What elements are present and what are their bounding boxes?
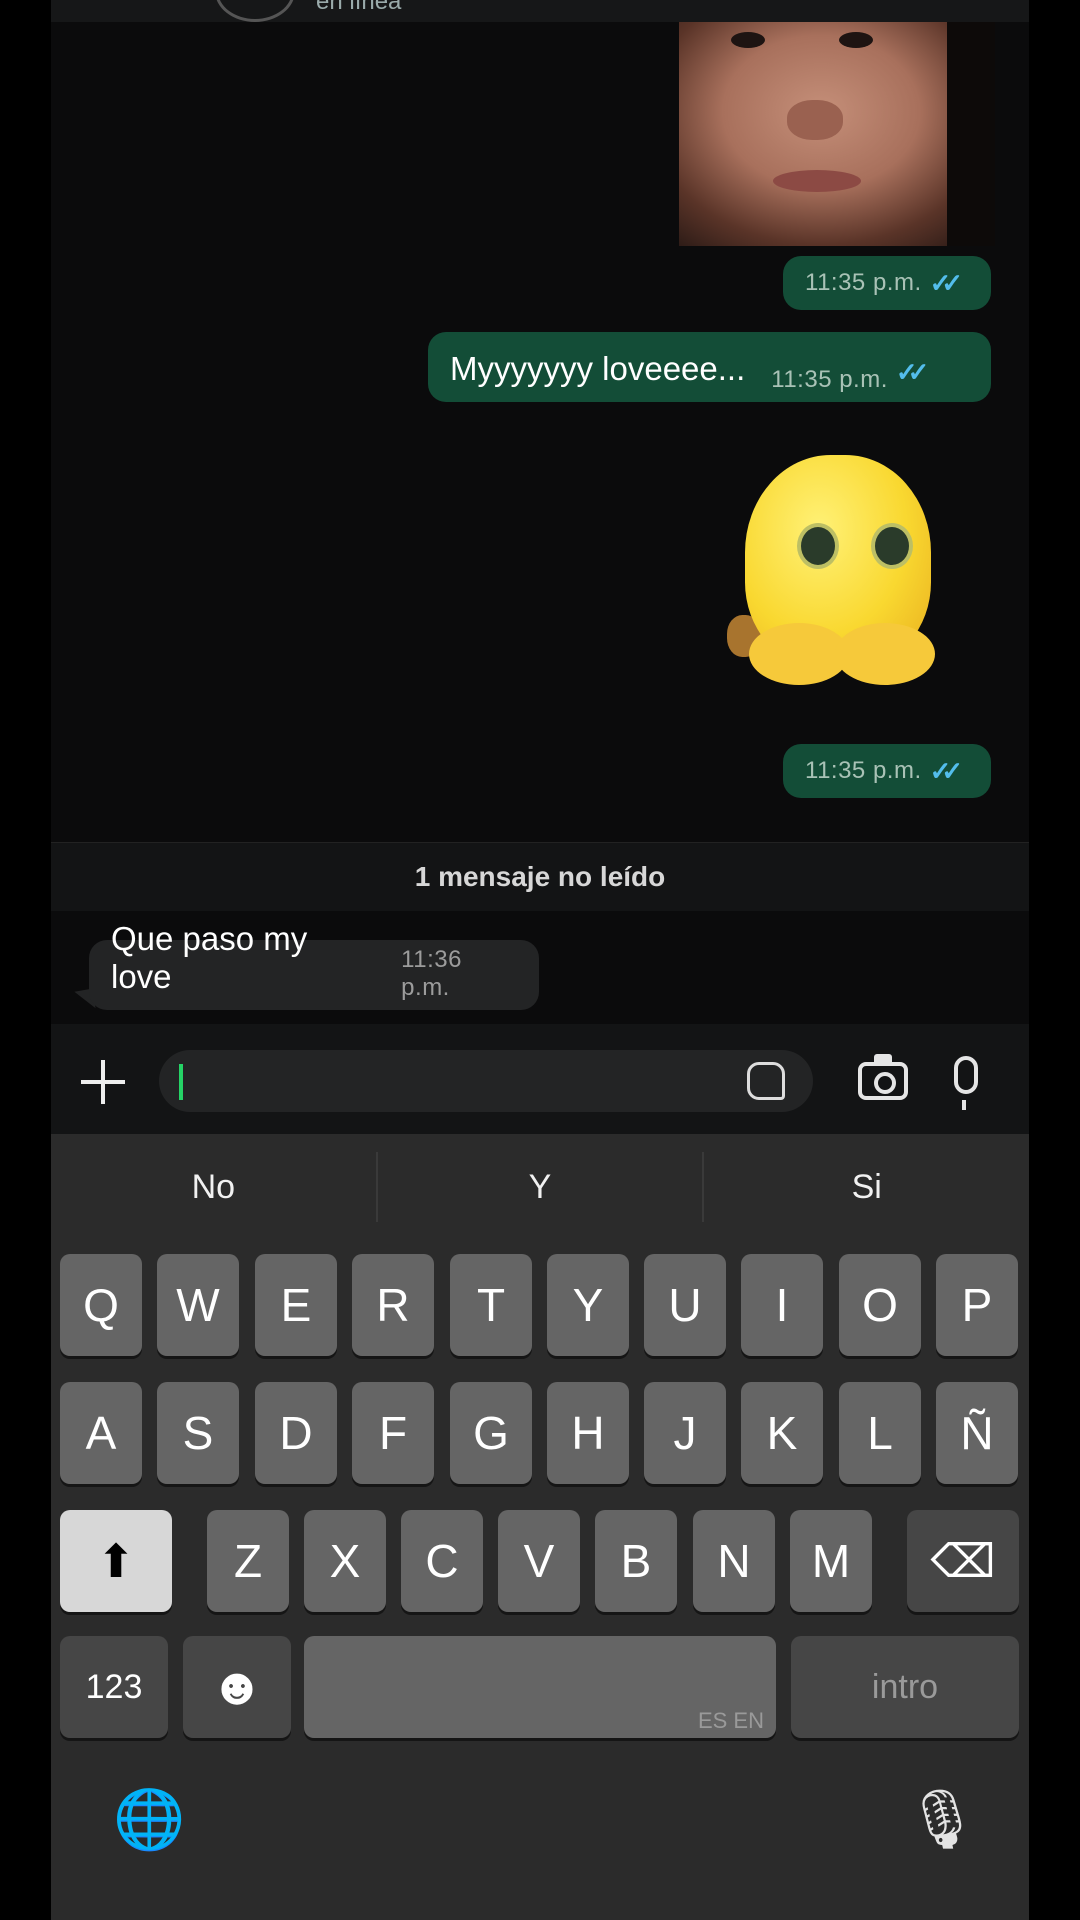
key-x[interactable]: X bbox=[304, 1510, 386, 1612]
message-time: 11:36 p.m. bbox=[401, 946, 462, 1001]
sticker-eye-left bbox=[797, 523, 839, 569]
key-l[interactable]: L bbox=[839, 1382, 921, 1484]
incoming-text-message[interactable]: Que paso my love 11:36 p.m. bbox=[89, 920, 539, 1010]
key-r[interactable]: R bbox=[352, 1254, 434, 1356]
key-z[interactable]: Z bbox=[207, 1510, 289, 1612]
key-y[interactable]: Y bbox=[547, 1254, 629, 1356]
numbers-key[interactable]: 123 bbox=[60, 1636, 168, 1738]
space-key[interactable]: ES EN bbox=[304, 1636, 776, 1738]
shift-icon: ⬆ bbox=[96, 1535, 136, 1587]
unread-banner-text: 1 mensaje no leído bbox=[414, 861, 666, 892]
key-b[interactable]: B bbox=[595, 1510, 677, 1612]
photo-nose bbox=[787, 100, 843, 140]
emoji-icon: ☻ bbox=[209, 1658, 265, 1716]
key-e[interactable]: E bbox=[255, 1254, 337, 1356]
key-s[interactable]: S bbox=[157, 1382, 239, 1484]
dictation-mic-icon[interactable]: 🎙 bbox=[905, 1786, 979, 1854]
globe-icon[interactable]: 🌐 bbox=[113, 1786, 185, 1854]
read-ticks-icon: ✓✓ bbox=[929, 755, 963, 786]
sticker-eye-right bbox=[871, 523, 913, 569]
key-m[interactable]: M bbox=[790, 1510, 872, 1612]
photo-mouth bbox=[773, 170, 861, 192]
space-language-label: ES EN bbox=[697, 1708, 764, 1733]
suggestion-3[interactable]: Si bbox=[704, 1152, 1029, 1222]
key-o[interactable]: O bbox=[839, 1254, 921, 1356]
read-ticks-icon: ✓✓ bbox=[929, 267, 963, 298]
key-d[interactable]: D bbox=[255, 1382, 337, 1484]
message-composer bbox=[51, 1024, 1029, 1134]
key-q[interactable]: Q bbox=[60, 1254, 142, 1356]
sticker-icon[interactable] bbox=[747, 1062, 785, 1100]
key-p[interactable]: P bbox=[936, 1254, 1018, 1356]
intro-key[interactable]: intro bbox=[791, 1636, 1019, 1738]
sticker-arm-right bbox=[835, 623, 935, 685]
voice-message-mic-icon[interactable] bbox=[954, 1056, 978, 1110]
emoji-key[interactable]: ☻ bbox=[183, 1636, 291, 1738]
chat-screen: en línea 11:35 p.m. ✓✓ Myyyyyyy loveeee.… bbox=[51, 0, 1029, 1920]
key-f[interactable]: F bbox=[352, 1382, 434, 1484]
contact-avatar[interactable] bbox=[215, 0, 295, 22]
key-a[interactable]: A bbox=[60, 1382, 142, 1484]
sticker-timestamp-bubble: 11:35 p.m. ✓✓ bbox=[783, 744, 991, 798]
contact-status: en línea bbox=[316, 0, 402, 15]
photo-eye-right bbox=[839, 32, 873, 48]
key-enye[interactable]: Ñ bbox=[936, 1382, 1018, 1484]
keyboard: No Y Si Q W E R T Y U I O P A S D F G H … bbox=[51, 1134, 1029, 1920]
suggestion-bar: No Y Si bbox=[51, 1152, 1029, 1222]
key-v[interactable]: V bbox=[498, 1510, 580, 1612]
message-time: 11:35 p.m. bbox=[805, 757, 922, 784]
photo-eye-left bbox=[731, 32, 765, 48]
text-caret bbox=[179, 1064, 183, 1100]
delete-key[interactable]: ⌫ bbox=[907, 1510, 1019, 1612]
photo-hair bbox=[947, 22, 995, 246]
suggestion-1[interactable]: No bbox=[51, 1152, 378, 1222]
key-g[interactable]: G bbox=[450, 1382, 532, 1484]
message-time: 11:35 p.m. bbox=[805, 269, 922, 296]
backspace-icon: ⌫ bbox=[930, 1535, 996, 1587]
unread-banner: 1 mensaje no leído bbox=[51, 842, 1029, 911]
message-time: 11:35 p.m. bbox=[771, 366, 888, 393]
key-w[interactable]: W bbox=[157, 1254, 239, 1356]
key-c[interactable]: C bbox=[401, 1510, 483, 1612]
read-ticks-icon: ✓✓ bbox=[895, 357, 929, 387]
sticker-arm-left bbox=[749, 623, 849, 685]
key-t[interactable]: T bbox=[450, 1254, 532, 1356]
key-n[interactable]: N bbox=[693, 1510, 775, 1612]
chat-header[interactable]: en línea bbox=[51, 0, 1029, 22]
key-j[interactable]: J bbox=[644, 1382, 726, 1484]
key-k[interactable]: K bbox=[741, 1382, 823, 1484]
outgoing-text-message[interactable]: Myyyyyyy loveeee... 11:35 p.m. ✓✓ bbox=[428, 332, 991, 402]
photo-timestamp-bubble: 11:35 p.m. ✓✓ bbox=[783, 256, 991, 310]
key-i[interactable]: I bbox=[741, 1254, 823, 1356]
sticker-message[interactable] bbox=[727, 455, 941, 701]
camera-icon[interactable] bbox=[858, 1054, 908, 1100]
message-text: Que paso my love bbox=[111, 920, 308, 995]
shift-key[interactable]: ⬆ bbox=[60, 1510, 172, 1612]
suggestion-2[interactable]: Y bbox=[378, 1152, 705, 1222]
message-text: Myyyyyyy loveeee... bbox=[450, 350, 746, 387]
key-u[interactable]: U bbox=[644, 1254, 726, 1356]
key-h[interactable]: H bbox=[547, 1382, 629, 1484]
photo-message[interactable] bbox=[679, 22, 995, 246]
message-input[interactable] bbox=[159, 1050, 813, 1112]
attach-plus-icon[interactable] bbox=[81, 1060, 125, 1104]
